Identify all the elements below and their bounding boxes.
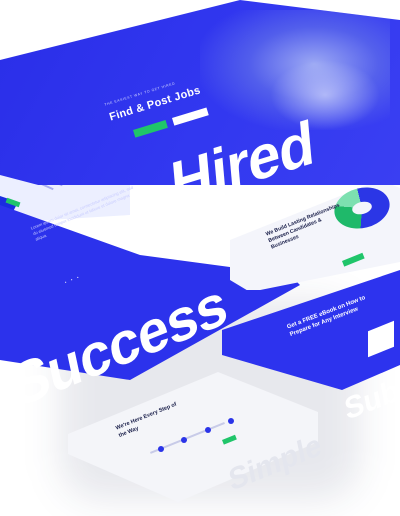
step-3-icon [205, 427, 211, 433]
layout-showcase: Lorem ipsum dolor sit amet, consectetur … [0, 0, 400, 516]
step-4-icon [228, 418, 234, 424]
step-2-icon [181, 437, 187, 443]
step-1-icon [158, 446, 164, 452]
